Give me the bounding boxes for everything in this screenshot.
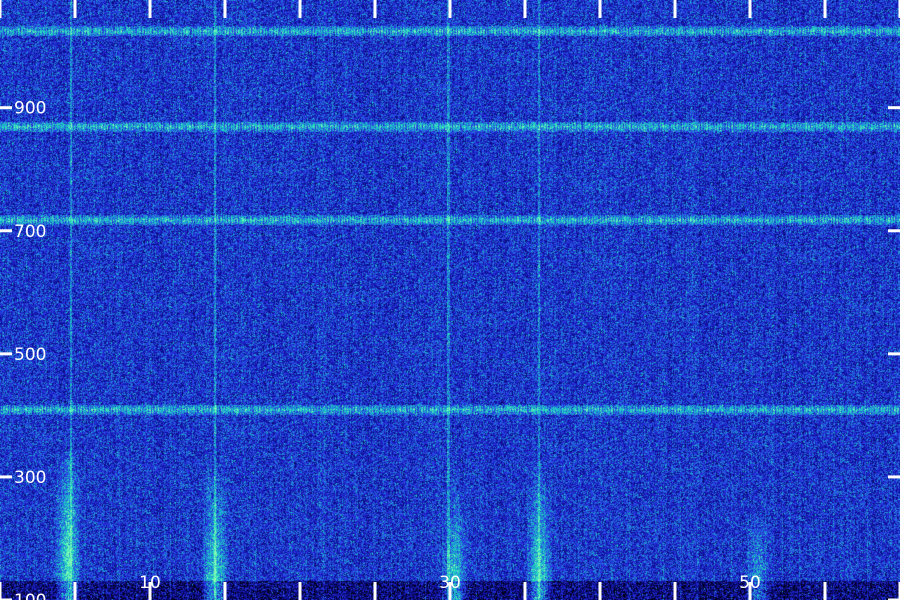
y-ticks-right [888, 106, 900, 600]
x-tick-label: 50 [739, 573, 761, 593]
y-tick-label: 900 [14, 99, 46, 119]
y-tick-label: 700 [14, 222, 46, 242]
x-tick-labels: 10 30 50 [139, 573, 761, 593]
y-ticks-left [0, 106, 12, 600]
x-ticks-top [0, 0, 900, 18]
axes-overlay: 10 30 50 100 300 500 700 900 [0, 0, 900, 600]
y-tick-label: 100 [14, 591, 46, 600]
y-tick-labels: 100 300 500 700 900 [14, 99, 46, 600]
y-tick-label: 500 [14, 345, 46, 365]
y-tick-label: 300 [14, 468, 46, 488]
x-tick-label: 10 [139, 573, 161, 593]
x-tick-label: 30 [439, 573, 461, 593]
spectrogram-chart: 10 30 50 100 300 500 700 900 [0, 0, 900, 600]
